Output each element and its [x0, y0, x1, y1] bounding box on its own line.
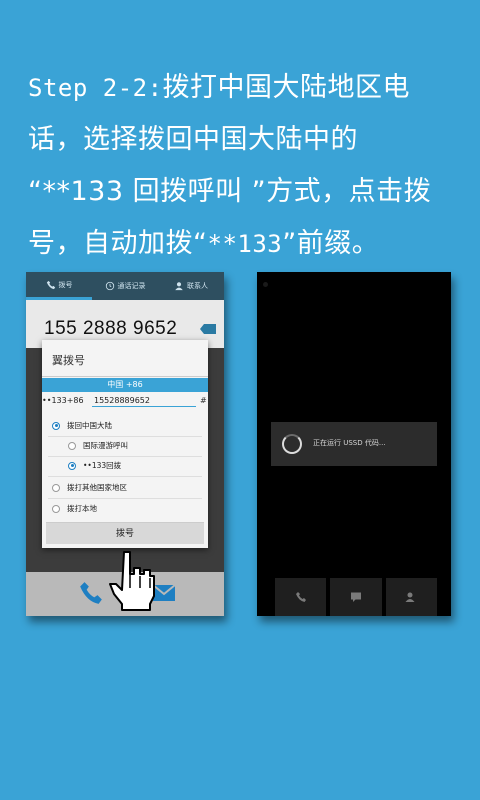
radio-unselected-icon — [68, 441, 76, 450]
hand-pointer-icon — [109, 551, 155, 611]
tab-contacts[interactable]: 联系人 — [158, 272, 224, 300]
phone-icon — [295, 592, 306, 602]
divider — [48, 456, 202, 457]
dial-button[interactable]: 拨号 — [46, 522, 204, 544]
add-contact-button[interactable] — [385, 578, 437, 616]
option-label: ••133回拨 — [83, 461, 122, 470]
loading-spinner-icon — [282, 434, 302, 454]
instruction-line-1: Step 2-2:拨打中国大陆地区电 — [28, 72, 411, 103]
hash-symbol: # — [200, 396, 207, 405]
dialer-tab-bar: 拨号 通话记录 联系人 — [26, 272, 224, 300]
ussd-status-text: 正在运行 USSD 代码... — [313, 439, 386, 447]
option-other-country[interactable]: 拨打其他国家地区 — [52, 482, 127, 493]
dial-prefix: ••133+86 — [42, 396, 84, 405]
dial-options-dialog: 翼拨号 中国 +86 ••133+86 # 拨回中国大陆 国际漫游呼叫 ••13… — [42, 340, 208, 548]
status-indicator-icon — [263, 282, 268, 287]
tab-contacts-label: 联系人 — [187, 282, 208, 290]
dialed-number: 155 2888 9652 — [44, 318, 178, 339]
phone-icon — [46, 280, 55, 289]
left-phone-screenshot: 拨号 通话记录 联系人 155 2888 9652 翼拨号 中国 +86 ••1… — [26, 272, 224, 616]
instruction-line-4: 号，自动加拨“**133”前缀。 — [28, 228, 380, 259]
ussd-progress-dialog: 正在运行 USSD 代码... — [271, 422, 437, 466]
option-call-mainland[interactable]: 拨回中国大陆 — [52, 420, 112, 431]
clock-icon — [105, 281, 114, 291]
radio-selected-icon — [52, 421, 60, 430]
option-international-roaming[interactable]: 国际漫游呼叫 — [68, 440, 128, 451]
option-label: 国际漫游呼叫 — [83, 441, 128, 450]
divider — [48, 436, 202, 437]
country-selector[interactable]: 中国 +86 — [42, 378, 208, 392]
tab-call-log-label: 通话记录 — [117, 282, 146, 290]
call-button[interactable] — [275, 578, 327, 616]
tab-dial[interactable]: 拨号 — [26, 272, 92, 300]
option-label: 拨打本地 — [67, 504, 97, 513]
divider — [48, 476, 202, 477]
contact-icon — [405, 592, 415, 602]
tab-call-log[interactable]: 通话记录 — [92, 272, 158, 300]
instruction-text: Step 2-2:拨打中国大陆地区电 话，选择拨回中国大陆中的 “**133 回… — [28, 62, 468, 270]
option-local-call[interactable]: 拨打本地 — [52, 503, 97, 514]
right-phone-screenshot: 正在运行 USSD 代码... — [257, 272, 451, 616]
message-icon — [350, 592, 361, 602]
tab-dial-label: 拨号 — [58, 280, 73, 289]
radio-unselected-icon — [52, 483, 60, 492]
option-133-callback[interactable]: ••133回拨 — [68, 460, 121, 471]
option-label: 拨回中国大陆 — [67, 421, 112, 430]
contact-icon — [175, 282, 183, 291]
bottom-action-bar — [275, 578, 437, 616]
message-button[interactable] — [330, 578, 382, 616]
instruction-line-3: “**133 回拨呼叫 ”方式，点击拨 — [28, 176, 432, 207]
phone-number-input[interactable] — [92, 394, 196, 407]
divider — [42, 376, 208, 377]
divider — [48, 498, 202, 499]
step-label: Step 2-2: — [28, 74, 163, 102]
dialog-title: 翼拨号 — [52, 354, 85, 367]
radio-selected-icon — [68, 461, 76, 470]
call-button-icon[interactable] — [78, 580, 104, 606]
option-label: 拨打其他国家地区 — [67, 483, 127, 492]
radio-unselected-icon — [52, 504, 60, 513]
instruction-line-2: 话，选择拨回中国大陆中的 — [28, 124, 358, 155]
